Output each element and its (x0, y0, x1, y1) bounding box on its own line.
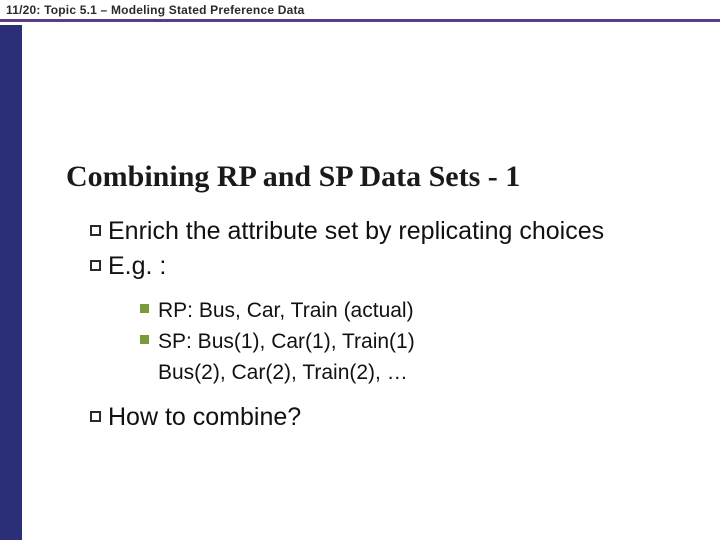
bullet-text: SP: Bus(1), Car(1), Train(1) (158, 328, 415, 355)
bullet-marker-filled-square-icon (140, 328, 158, 344)
bullet-item: RP: Bus, Car, Train (actual) (140, 297, 720, 324)
bullet-item: How to combine? (90, 402, 720, 433)
bullet-list-level2: RP: Bus, Car, Train (actual) SP: Bus(1),… (140, 297, 720, 387)
header-bar: 11/20: Topic 5.1 – Modeling Stated Prefe… (0, 0, 720, 22)
header-text: 11/20: Topic 5.1 – Modeling Stated Prefe… (6, 3, 305, 17)
bullet-list-level1: Enrich the attribute set by replicating … (90, 216, 720, 283)
bullet-continuation: Bus(2), Car(2), Train(2), … (158, 359, 720, 386)
bullet-item: SP: Bus(1), Car(1), Train(1) (140, 328, 720, 355)
left-accent-bar (0, 25, 22, 540)
bullet-text: Enrich the attribute set by replicating … (108, 216, 604, 247)
bullet-text: RP: Bus, Car, Train (actual) (158, 297, 414, 324)
bullet-text: How to combine? (108, 402, 301, 433)
slide-title: Combining RP and SP Data Sets - 1 (66, 160, 720, 194)
bullet-item: E.g. : (90, 251, 720, 282)
bullet-item: Enrich the attribute set by replicating … (90, 216, 720, 247)
bullet-marker-filled-square-icon (140, 297, 158, 313)
bullet-marker-open-square-icon (90, 251, 108, 271)
bullet-text: E.g. : (108, 251, 166, 282)
bullet-list-level1-after: How to combine? (90, 402, 720, 433)
slide-content: Combining RP and SP Data Sets - 1 Enrich… (22, 25, 720, 540)
bullet-marker-open-square-icon (90, 402, 108, 422)
bullet-marker-open-square-icon (90, 216, 108, 236)
